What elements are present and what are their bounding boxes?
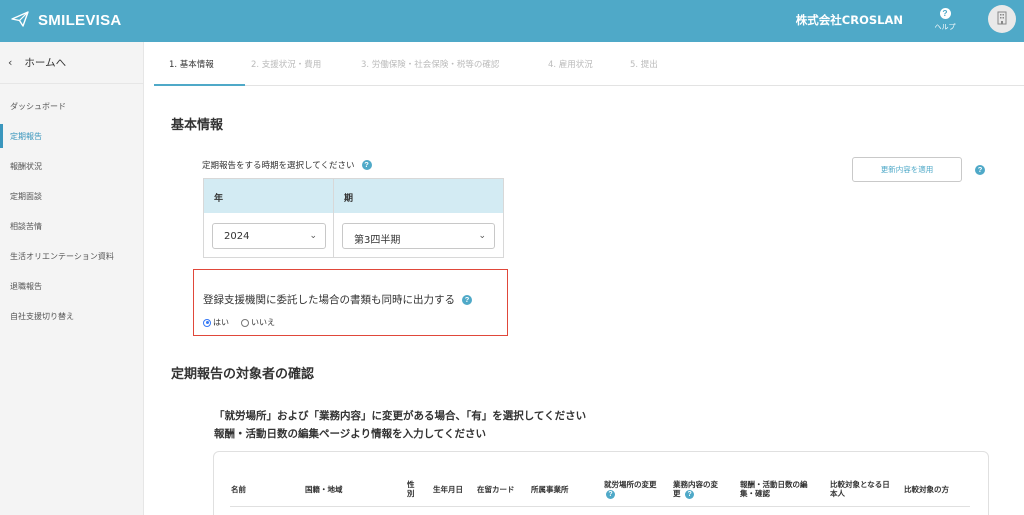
radio-yes-label[interactable]: はい	[213, 317, 229, 328]
column-period: 期	[344, 194, 354, 204]
year-select-value: 2024	[224, 231, 250, 242]
delegation-radio-group: はい いいえ	[203, 317, 275, 328]
th-pay-edit: 報酬・活動日数の編集・確認	[740, 480, 808, 498]
period-table-header: 年 期	[204, 179, 503, 213]
chevron-left-icon: ‹	[8, 56, 13, 69]
radio-no[interactable]	[241, 318, 249, 327]
help-label: ヘルプ	[934, 23, 956, 31]
home-label: ホームへ	[24, 57, 67, 69]
delegation-option-box: 登録支援機関に委託した場合の書類も同時に出力する ? はい いいえ	[193, 269, 508, 336]
th-name: 名前	[231, 485, 246, 494]
sidebar-item-interview[interactable]: 定期面談	[0, 184, 143, 208]
period-prompt-text: 定期報告をする時期を選択してください	[202, 161, 355, 171]
th-comparison-person: 比較対象の方	[904, 485, 949, 494]
help-icon[interactable]: ?	[685, 490, 695, 499]
th-duty-change: 業務内容の変更 ?	[673, 480, 725, 499]
top-header: SMILEVISA 株式会社CROSLAN ? ヘルプ	[0, 0, 1024, 42]
help-icon: ?	[939, 8, 951, 19]
delegation-question-text: 登録支援機関に委託した場合の書類も同時に出力する	[203, 294, 455, 306]
th-residence-card: 在留カード	[477, 485, 515, 494]
sidebar: ‹ ホームへ ダッシュボード 定期報告 報酬状況 定期面談 相談苦情 生活オリエ…	[0, 42, 144, 515]
tab-support-status[interactable]: 2. 支援状況・費用	[251, 58, 321, 70]
period-prompt: 定期報告をする時期を選択してください ?	[202, 159, 372, 171]
sidebar-item-label: 生活オリエンテーション資料	[10, 251, 114, 261]
tab-employment[interactable]: 4. 雇用状況	[548, 58, 593, 70]
radio-no-label[interactable]: いいえ	[251, 317, 275, 328]
step-tabs: 1. 基本情報 2. 支援状況・費用 3. 労働保険・社会保険・税等の確認 4.…	[154, 42, 1024, 86]
sidebar-item-compensation[interactable]: 報酬状況	[0, 154, 143, 178]
chevron-down-icon: ⌄	[478, 231, 486, 241]
sidebar-item-label: 自社支援切り替え	[10, 311, 74, 321]
help-icon[interactable]: ?	[361, 160, 372, 170]
th-workplace-change: 就労場所の変更 ?	[604, 480, 662, 499]
section-title-basic-info: 基本情報	[171, 118, 224, 133]
period-select-value: 第3四半期	[354, 235, 401, 246]
logo[interactable]: SMILEVISA	[10, 9, 122, 32]
sidebar-item-periodic-report[interactable]: 定期報告	[0, 124, 143, 148]
sidebar-item-orientation[interactable]: 生活オリエンテーション資料	[0, 244, 143, 268]
help-icon[interactable]: ?	[462, 294, 472, 305]
sidebar-item-dashboard[interactable]: ダッシュボード	[0, 94, 143, 118]
sidebar-item-retirement[interactable]: 退職報告	[0, 274, 143, 298]
help-icon[interactable]: ?	[606, 490, 615, 499]
sidebar-item-label: ダッシュボード	[10, 101, 66, 111]
sidebar-item-label: 定期報告	[10, 131, 42, 141]
year-select[interactable]: 2024 ⌄	[212, 223, 326, 249]
period-select[interactable]: 第3四半期 ⌄	[342, 223, 495, 249]
chevron-down-icon: ⌄	[309, 231, 317, 241]
help-icon[interactable]: ?	[975, 165, 985, 175]
th-birthdate: 生年月日	[433, 485, 463, 494]
period-table: 年 期 2024 ⌄ 第3四半期 ⌄	[203, 178, 504, 258]
sidebar-item-label: 定期面談	[10, 191, 42, 201]
paper-plane-icon	[10, 9, 30, 32]
th-duty-change-text: 業務内容の変更	[673, 480, 718, 498]
radio-yes[interactable]	[203, 318, 211, 327]
th-workplace-change-text: 就労場所の変更	[604, 480, 657, 489]
tab-basic-info[interactable]: 1. 基本情報	[169, 58, 214, 70]
logo-text: SMILEVISA	[38, 12, 122, 29]
active-tab-indicator	[154, 84, 245, 86]
th-gender: 性別	[407, 480, 415, 498]
targets-table-card: 名前 国籍・地域 性別 生年月日 在留カード 所属事業所 就労場所の変更 ? 業…	[213, 451, 989, 515]
home-link[interactable]: ‹ ホームへ	[0, 42, 143, 84]
column-year: 年	[204, 179, 334, 213]
sidebar-item-label: 報酬状況	[10, 161, 42, 171]
sidebar-item-self-support[interactable]: 自社支援切り替え	[0, 304, 143, 328]
period-table-row: 2024 ⌄ 第3四半期 ⌄	[204, 213, 503, 257]
apply-changes-button[interactable]: 更新内容を適用	[852, 157, 962, 182]
sidebar-item-consultation[interactable]: 相談苦情	[0, 214, 143, 238]
sidebar-item-label: 退職報告	[10, 281, 42, 291]
section-title-targets: 定期報告の対象者の確認	[171, 367, 315, 382]
instruction-line-2: 報酬・活動日数の編集ページより情報を入力してください	[214, 428, 486, 440]
building-icon	[997, 11, 1007, 28]
help-button[interactable]: ? ヘルプ	[930, 7, 960, 32]
delegation-question: 登録支援機関に委託した場合の書類も同時に出力する ?	[203, 292, 472, 307]
tab-insurance-tax[interactable]: 3. 労働保険・社会保険・税等の確認	[361, 58, 499, 70]
th-comparison-japanese: 比較対象となる日本人	[830, 480, 890, 498]
company-name: 株式会社CROSLAN	[795, 13, 903, 27]
th-nationality: 国籍・地域	[305, 485, 343, 494]
tab-submit[interactable]: 5. 提出	[630, 58, 658, 70]
th-office: 所属事業所	[531, 485, 569, 494]
instruction-line-1: 「就労場所」および「業務内容」に変更がある場合、「有」を選択してください	[214, 410, 587, 422]
avatar[interactable]	[988, 5, 1016, 33]
sidebar-item-label: 相談苦情	[10, 221, 42, 231]
divider	[230, 506, 970, 507]
